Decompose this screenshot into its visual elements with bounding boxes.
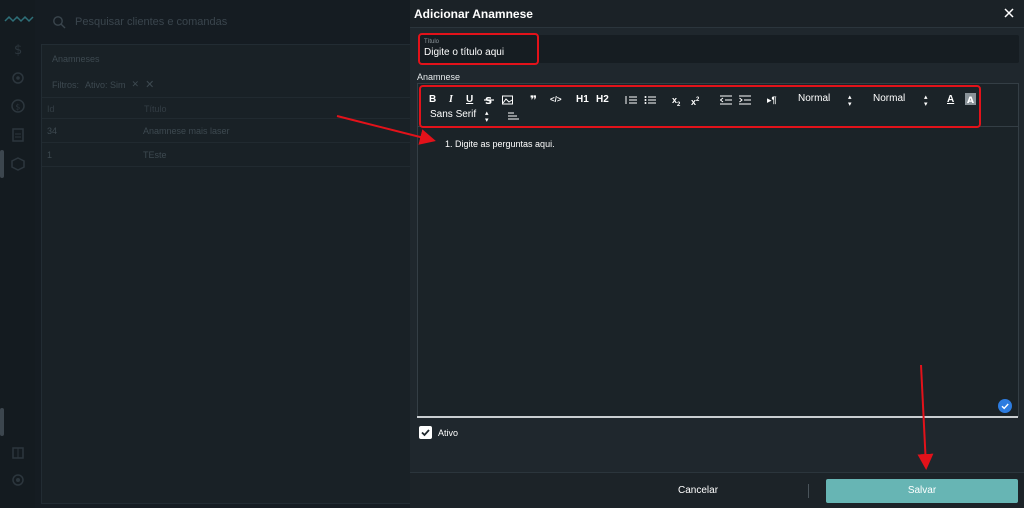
column-id[interactable]: Id bbox=[47, 104, 55, 114]
row-title: TEste bbox=[143, 150, 167, 160]
close-icon[interactable] bbox=[1002, 6, 1016, 20]
editor-label: Anamnese bbox=[417, 72, 461, 82]
nav-rail: $ $ bbox=[0, 0, 35, 508]
gear-icon[interactable] bbox=[10, 70, 26, 86]
row-title: Anamnese mais laser bbox=[143, 126, 230, 136]
building-icon[interactable] bbox=[10, 444, 26, 460]
panel-title: Anamneses bbox=[52, 54, 100, 64]
add-anamnese-modal: Adicionar Anamnese Título Digite o títul… bbox=[410, 0, 1024, 508]
table-header: Id Título bbox=[42, 97, 440, 119]
editor-underline bbox=[417, 416, 1018, 418]
modal-title: Adicionar Anamnese bbox=[414, 7, 533, 21]
search-input[interactable]: Pesquisar clientes e comandas bbox=[75, 16, 227, 28]
grammar-check-icon[interactable] bbox=[998, 399, 1012, 413]
row-id: 1 bbox=[47, 150, 53, 160]
toolbar-highlight-box bbox=[419, 85, 981, 128]
editor-content[interactable]: 1. Digite as perguntas aqui. bbox=[445, 139, 555, 149]
cancel-button[interactable]: Cancelar bbox=[678, 485, 718, 496]
svg-text:$: $ bbox=[14, 43, 22, 57]
filters-bar: Filtros: Ativo: Sim ✕ ✕ bbox=[52, 78, 154, 91]
box-icon[interactable] bbox=[10, 156, 26, 172]
remove-filter-icon[interactable]: ✕ bbox=[132, 79, 140, 90]
table-row[interactable]: 34 Anamnese mais laser bbox=[42, 119, 440, 143]
active-checkbox[interactable] bbox=[419, 426, 432, 439]
search-icon[interactable] bbox=[52, 15, 66, 29]
footer-divider bbox=[808, 484, 809, 498]
rail-selected-indicator-2 bbox=[0, 408, 4, 436]
document-icon[interactable] bbox=[10, 127, 26, 143]
logo-icon bbox=[4, 15, 34, 23]
column-title[interactable]: Título bbox=[144, 104, 167, 114]
row-id: 34 bbox=[47, 126, 58, 136]
filter-chip[interactable]: Ativo: Sim bbox=[85, 80, 126, 90]
check-icon bbox=[421, 429, 430, 437]
money-circle-icon[interactable]: $ bbox=[10, 98, 26, 114]
title-highlight-box bbox=[418, 33, 539, 65]
svg-text:$: $ bbox=[15, 103, 20, 112]
clear-filters-icon[interactable]: ✕ bbox=[145, 78, 154, 91]
dollar-icon[interactable]: $ bbox=[10, 41, 26, 57]
active-label: Ativo bbox=[438, 428, 459, 438]
modal-header: Adicionar Anamnese bbox=[410, 0, 1024, 28]
rich-text-editor[interactable]: B I U S ❞ </> H1 H2 x2 x2 ▸¶ Normal ▴ ▾ N… bbox=[417, 83, 1019, 417]
save-button[interactable]: Salvar bbox=[826, 479, 1018, 503]
rail-selected-indicator bbox=[0, 150, 4, 178]
anamneses-panel: Anamneses Filtros: Ativo: Sim ✕ ✕ Id Tít… bbox=[41, 44, 441, 504]
filters-label: Filtros: bbox=[52, 79, 79, 90]
settings-icon[interactable] bbox=[10, 472, 26, 488]
table-row[interactable]: 1 TEste bbox=[42, 143, 440, 167]
